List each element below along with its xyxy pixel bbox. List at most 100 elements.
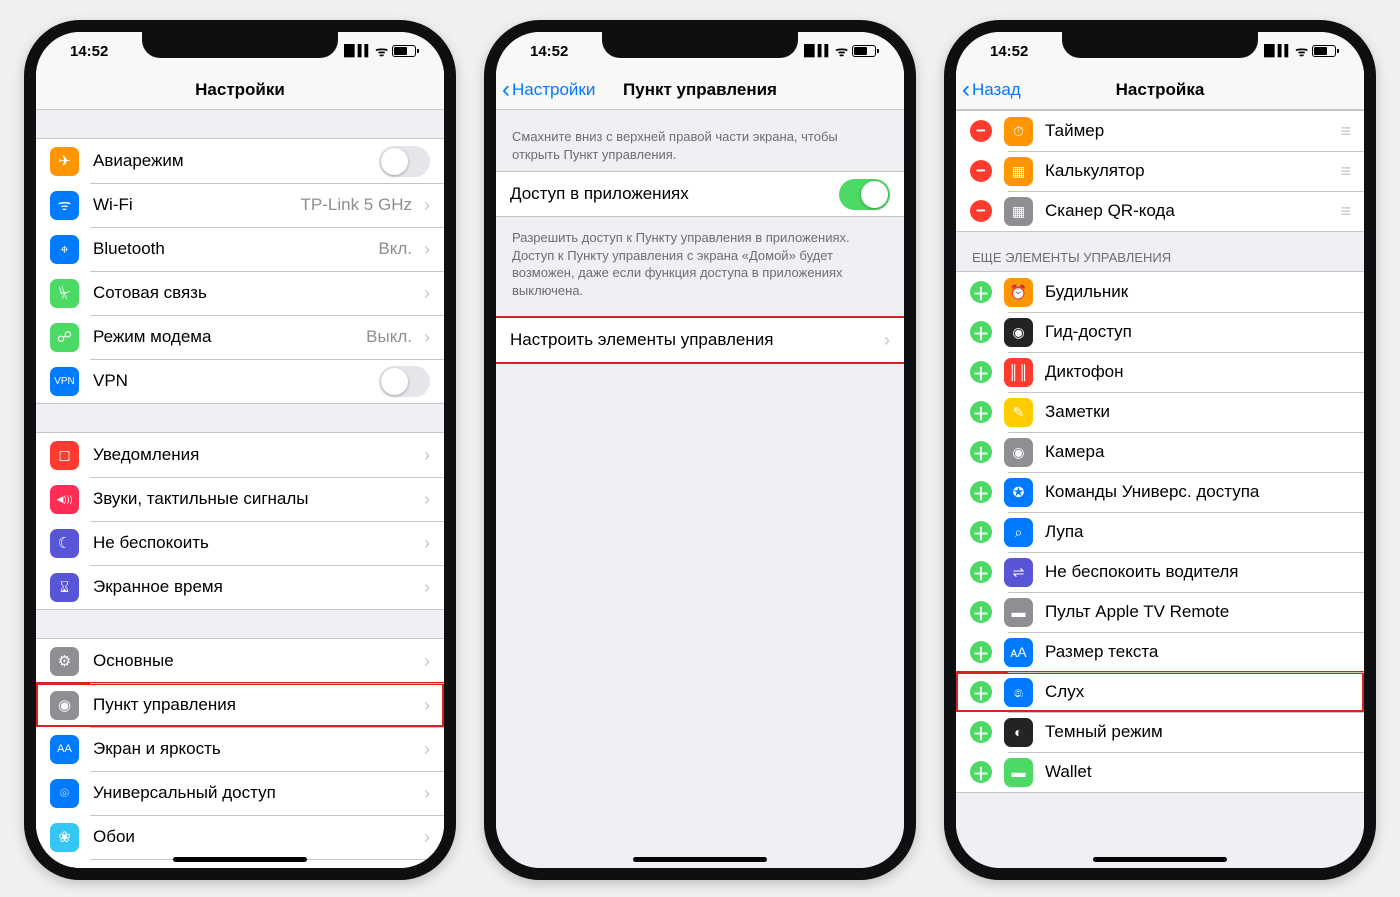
- remove-button[interactable]: −: [970, 120, 992, 142]
- add-button[interactable]: ＋: [970, 281, 992, 303]
- add-button[interactable]: ＋: [970, 721, 992, 743]
- chevron-right-icon: ›: [424, 783, 430, 804]
- control-icon: ║║: [1004, 358, 1033, 387]
- control-label: Пульт Apple TV Remote: [1045, 602, 1229, 622]
- remove-button[interactable]: −: [970, 200, 992, 222]
- more-control-row[interactable]: ＋▬Пульт Apple TV Remote: [956, 592, 1364, 632]
- chevron-right-icon: ›: [424, 239, 430, 260]
- settings-row[interactable]: ⌾Универсальный доступ›: [36, 771, 444, 815]
- settings-row[interactable]: ◀︎)))Звуки, тактильные сигналы›: [36, 477, 444, 521]
- toggle-switch[interactable]: [379, 366, 430, 397]
- reorder-handle-icon[interactable]: ≡: [1340, 121, 1350, 142]
- control-label: Гид-доступ: [1045, 322, 1132, 342]
- add-button[interactable]: ＋: [970, 521, 992, 543]
- home-indicator[interactable]: [173, 857, 307, 862]
- more-control-row[interactable]: ＋✎Заметки: [956, 392, 1364, 432]
- more-control-row[interactable]: ＋║║Диктофон: [956, 352, 1364, 392]
- cell-label: VPN: [93, 371, 379, 391]
- settings-row[interactable]: ◉Пункт управления›: [36, 683, 444, 727]
- wifi-icon: ᯤ: [375, 42, 388, 61]
- more-control-row[interactable]: ＋▬Wallet: [956, 752, 1364, 792]
- phone-customize: 14:52 █▌▌▌ ᯤ ‹ Назад Настройка −⏱Таймер≡…: [944, 20, 1376, 880]
- chevron-left-icon: ‹: [502, 78, 510, 102]
- control-label: Не беспокоить водителя: [1045, 562, 1239, 582]
- toggle-switch[interactable]: [839, 179, 890, 210]
- more-control-row[interactable]: ＋෧Слух: [956, 672, 1364, 712]
- settings-row[interactable]: ◻︎Уведомления›: [36, 433, 444, 477]
- add-button[interactable]: ＋: [970, 481, 992, 503]
- more-control-row[interactable]: ＋⏰Будильник: [956, 272, 1364, 312]
- cell-value: Выкл.: [366, 327, 412, 347]
- back-button[interactable]: ‹ Назад: [962, 78, 1021, 102]
- app-icon: ◻︎: [50, 441, 79, 470]
- included-control-row[interactable]: −▦Калькулятор≡: [956, 151, 1364, 191]
- add-button[interactable]: ＋: [970, 321, 992, 343]
- reorder-handle-icon[interactable]: ≡: [1340, 201, 1350, 222]
- control-label: Будильник: [1045, 282, 1128, 302]
- more-control-row[interactable]: ＋ ◉ Гид-доступ: [956, 312, 1364, 352]
- control-icon: ◉: [1004, 318, 1033, 347]
- control-label: Камера: [1045, 442, 1104, 462]
- settings-row[interactable]: ⌖BluetoothВкл.›: [36, 227, 444, 271]
- settings-row[interactable]: ⏧Сотовая связь›: [36, 271, 444, 315]
- included-control-row[interactable]: −⏱Таймер≡: [956, 111, 1364, 151]
- remove-button[interactable]: −: [970, 160, 992, 182]
- settings-row[interactable]: ✈︎Авиарежим: [36, 139, 444, 183]
- add-button[interactable]: ＋: [970, 401, 992, 423]
- settings-row[interactable]: ☾Не беспокоить›: [36, 521, 444, 565]
- battery-icon: [1312, 45, 1336, 57]
- cell-label: Bluetooth: [93, 239, 378, 259]
- settings-row[interactable]: ⚙︎Основные›: [36, 639, 444, 683]
- access-in-apps-row[interactable]: Доступ в приложениях: [496, 172, 904, 216]
- settings-row[interactable]: VPNVPN: [36, 359, 444, 403]
- settings-row[interactable]: ❀Обои›: [36, 815, 444, 859]
- app-icon: ☍: [50, 323, 79, 352]
- page-title: Настройка: [1116, 80, 1205, 100]
- app-icon: ⌖: [50, 235, 79, 264]
- chevron-right-icon: ›: [424, 651, 430, 672]
- more-control-row[interactable]: ＋ᴀAРазмер текста: [956, 632, 1364, 672]
- add-button[interactable]: ＋: [970, 441, 992, 463]
- nav-bar: ‹ Настройки Пункт управления: [496, 70, 904, 110]
- app-icon: ⏧: [50, 279, 79, 308]
- more-control-row[interactable]: ＋◉Камера: [956, 432, 1364, 472]
- more-control-row[interactable]: ＋◐Темный режим: [956, 712, 1364, 752]
- more-control-row[interactable]: ＋⌕Лупа: [956, 512, 1364, 552]
- settings-row[interactable]: AAЭкран и яркость›: [36, 727, 444, 771]
- included-control-row[interactable]: −▦Сканер QR-кода≡: [956, 191, 1364, 231]
- page-title: Пункт управления: [623, 80, 777, 100]
- reorder-handle-icon[interactable]: ≡: [1340, 161, 1350, 182]
- add-button[interactable]: ＋: [970, 601, 992, 623]
- control-label: Таймер: [1045, 121, 1104, 141]
- home-indicator[interactable]: [633, 857, 767, 862]
- add-button[interactable]: ＋: [970, 681, 992, 703]
- page-title: Настройки: [195, 80, 285, 100]
- settings-row[interactable]: ⌛︎Экранное время›: [36, 565, 444, 609]
- wifi-icon: ᯤ: [1295, 42, 1308, 61]
- control-label: Лупа: [1045, 522, 1084, 542]
- app-icon: ✈︎: [50, 147, 79, 176]
- chevron-left-icon: ‹: [962, 78, 970, 102]
- toggle-switch[interactable]: [379, 146, 430, 177]
- settings-row[interactable]: ☍Режим модемаВыкл.›: [36, 315, 444, 359]
- more-controls-header: ЕЩЕ ЭЛЕМЕНТЫ УПРАВЛЕНИЯ: [956, 232, 1364, 271]
- control-label: Команды Универс. доступа: [1045, 482, 1259, 502]
- add-button[interactable]: ＋: [970, 761, 992, 783]
- control-label: Темный режим: [1045, 722, 1163, 742]
- home-indicator[interactable]: [1093, 857, 1227, 862]
- signal-icon: █▌▌▌: [1264, 45, 1291, 57]
- chevron-right-icon: ›: [424, 195, 430, 216]
- back-button[interactable]: ‹ Настройки: [502, 78, 595, 102]
- app-icon: ◉: [50, 867, 79, 869]
- add-button[interactable]: ＋: [970, 641, 992, 663]
- battery-icon: [852, 45, 876, 57]
- add-button[interactable]: ＋: [970, 361, 992, 383]
- more-control-row[interactable]: ＋⇌Не беспокоить водителя: [956, 552, 1364, 592]
- notch: [602, 30, 798, 58]
- configure-controls-row[interactable]: Настроить элементы управления ›: [496, 318, 904, 362]
- settings-row[interactable]: ᯤWi-FiTP-Link 5 GHz›: [36, 183, 444, 227]
- add-button[interactable]: ＋: [970, 561, 992, 583]
- app-icon: ⌾: [50, 779, 79, 808]
- app-icon: ◉: [50, 691, 79, 720]
- more-control-row[interactable]: ＋✪Команды Универс. доступа: [956, 472, 1364, 512]
